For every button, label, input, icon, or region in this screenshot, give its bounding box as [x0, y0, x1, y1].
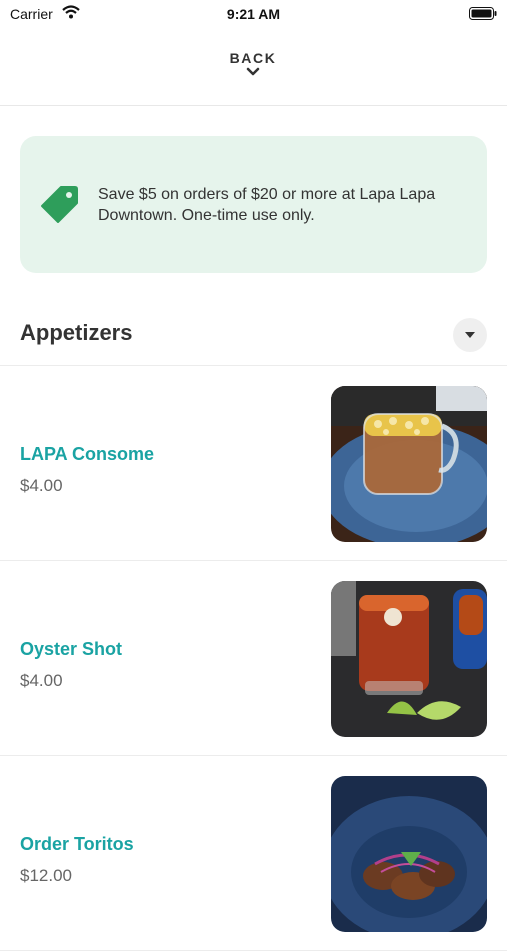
caret-down-icon [465, 332, 475, 338]
toritos-photo [331, 776, 487, 932]
section-title: Appetizers [20, 320, 133, 345]
chevron-down-icon [246, 67, 260, 76]
promo-text: Save $5 on orders of $20 or more at Lapa… [98, 186, 436, 224]
status-bar: Carrier 9:21 AM [0, 0, 507, 30]
item-name: Oyster Shot [20, 639, 123, 659]
menu-item[interactable]: Oyster Shot $4.00 [0, 561, 507, 756]
tag-icon [41, 186, 78, 223]
promo-banner: Save $5 on orders of $20 or more at Lapa… [20, 136, 487, 273]
item-name: Order Toritos [20, 834, 134, 854]
menu-item[interactable]: Order Toritos $12.00 [0, 756, 507, 951]
back-label: BACK [229, 50, 277, 66]
header-divider [0, 105, 507, 106]
status-time: 9:21 AM [226, 6, 281, 22]
item-price: $4.00 [20, 671, 63, 690]
battery-icon [469, 7, 497, 20]
back-button[interactable]: BACK [203, 50, 303, 90]
item-price: $4.00 [20, 476, 63, 495]
section-dropdown-button[interactable] [453, 318, 487, 352]
menu-item[interactable]: LAPA Consome $4.00 [0, 366, 507, 561]
consome-photo [331, 386, 487, 542]
item-name: LAPA Consome [20, 444, 155, 464]
item-price: $12.00 [20, 866, 72, 885]
oyster-shot-photo [331, 581, 487, 737]
